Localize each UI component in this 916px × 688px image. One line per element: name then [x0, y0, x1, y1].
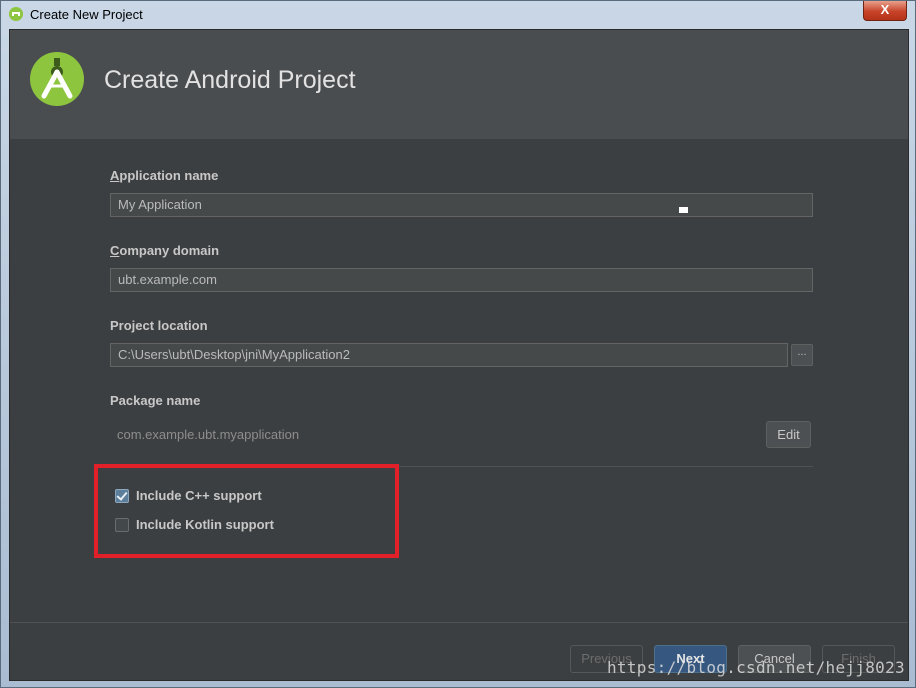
title-bar[interactable]: Create New Project X	[1, 1, 915, 29]
footer-divider	[10, 622, 908, 623]
company-domain-input[interactable]: ubt.example.com	[110, 268, 813, 292]
watermark-text: https://blog.csdn.net/hejj8023	[607, 658, 905, 677]
application-name-input[interactable]: My Application	[110, 193, 813, 217]
application-name-label: Application name	[110, 168, 218, 183]
company-domain-label: Company domain	[110, 243, 219, 258]
project-location-input[interactable]: C:\Users\ubt\Desktop\jni\MyApplication2	[110, 343, 788, 367]
company-domain-label-text: ompany domain	[119, 243, 220, 258]
window-title: Create New Project	[30, 7, 143, 22]
application-name-label-text: pplication name	[119, 168, 219, 183]
package-name-value: com.example.ubt.myapplication	[117, 427, 300, 442]
browse-location-button[interactable]: ...	[791, 344, 813, 366]
close-button[interactable]: X	[863, 1, 907, 21]
page-title: Create Android Project	[104, 66, 356, 94]
dialog-content: Create Android Project Application name …	[9, 29, 909, 681]
annotation-highlight-box	[94, 464, 399, 558]
dialog-window: Create New Project X Create Android Proj…	[0, 0, 916, 688]
package-name-label: Package name	[110, 393, 201, 408]
text-cursor	[679, 207, 688, 213]
edit-package-button[interactable]: Edit	[766, 421, 811, 448]
project-location-label: Project location	[110, 318, 208, 333]
dialog-header: Create Android Project	[10, 30, 908, 139]
company-domain-label-mnemonic: C	[110, 243, 120, 258]
application-name-label-mnemonic: A	[110, 168, 120, 183]
android-studio-logo-icon	[30, 52, 84, 106]
android-studio-icon	[9, 7, 23, 21]
